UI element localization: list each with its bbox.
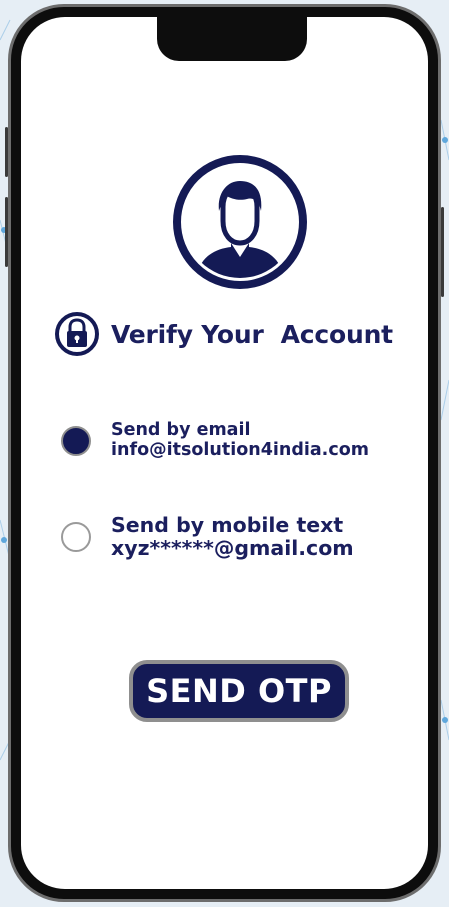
option-mobile-value: xyz******@gmail.com (111, 535, 354, 560)
option-email-value: info@itsolution4india.com (111, 439, 369, 460)
phone-side-button (5, 197, 8, 267)
option-email-label: Send by email (111, 420, 251, 440)
option-send-by-email[interactable]: Send by email info@itsolution4india.com (61, 420, 369, 460)
phone-side-button (5, 127, 8, 177)
radio-email[interactable] (61, 425, 91, 456)
option-mobile-label: Send by mobile text (111, 513, 344, 537)
send-otp-button[interactable]: SEND OTP (129, 660, 349, 722)
page-title: Verify Your Account (111, 319, 393, 349)
phone-screen: Verify Your Account Send by email info@i… (21, 17, 428, 889)
option-send-by-mobile[interactable]: Send by mobile text xyz******@gmail.com (61, 514, 354, 560)
phone-frame: Verify Your Account Send by email info@i… (5, 4, 444, 902)
phone-notch (157, 17, 307, 61)
phone-side-button (441, 207, 444, 297)
title-row: Verify Your Account (55, 311, 393, 357)
option-email-text: Send by email info@itsolution4india.com (111, 420, 369, 460)
lock-icon (55, 312, 99, 356)
radio-mobile[interactable] (61, 521, 91, 552)
user-avatar-icon (173, 155, 307, 289)
option-mobile-text: Send by mobile text xyz******@gmail.com (111, 514, 354, 560)
